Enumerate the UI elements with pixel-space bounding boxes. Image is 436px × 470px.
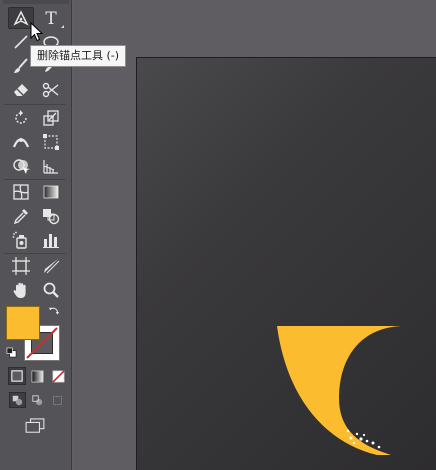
draw-behind-icon [32,394,43,405]
eraser-icon [14,84,28,96]
eyedropper-tool-button[interactable] [8,205,34,227]
shape-builder-icon [13,159,30,174]
artboard-tool-button[interactable] [8,255,34,277]
column-graph-tool-button[interactable] [38,229,64,251]
mouse-cursor-icon [30,22,44,42]
panel-grip[interactable] [3,0,69,4]
artboard[interactable] [136,57,436,470]
draw-normal-icon [12,395,23,405]
tool-tooltip: 删除锚点工具 (-) [30,45,127,67]
symbol-sprayer-tool-button[interactable] [8,229,34,251]
svg-text:T: T [45,9,57,28]
draw-inside-button[interactable] [49,392,66,408]
scale-icon [43,110,59,126]
hand-icon [13,282,26,298]
draw-behind-button[interactable] [29,392,46,408]
draw-normal-button[interactable] [9,392,26,408]
mesh-icon [13,184,29,200]
perspective-grid-tool-button[interactable] [38,155,64,177]
change-screen-mode-button[interactable] [22,416,48,436]
default-fill-stroke-button[interactable] [5,346,17,358]
rotate-icon [15,110,27,124]
rotate-tool-button[interactable] [8,107,34,129]
line-icon [14,35,28,49]
default-colors-icon [6,347,16,357]
tools-panel: T [0,0,72,470]
blend-tool-button[interactable] [38,205,64,227]
gradient-mode-button[interactable] [28,367,46,385]
gradient-mode-icon [31,370,43,382]
screen-mode-icon [25,418,45,433]
scale-tool-button[interactable] [38,107,64,129]
perspective-grid-icon [43,160,58,174]
eraser-tool-button[interactable] [8,79,34,101]
mesh-tool-button[interactable] [8,181,34,203]
fill-color-swatch[interactable] [6,306,40,340]
symbol-sprayer-icon [12,231,27,249]
column-graph-icon [43,234,59,248]
zoom-tool-button[interactable] [38,279,64,301]
color-mode-button[interactable] [8,367,26,385]
gradient-icon [43,185,59,199]
eyedropper-icon [13,209,28,225]
slice-icon [44,259,60,274]
slice-tool-button[interactable] [38,255,64,277]
draw-inside-icon [53,395,62,405]
none-icon [51,369,65,383]
width-icon [12,138,30,148]
shape-builder-tool-button[interactable] [8,155,34,177]
gradient-tool-button[interactable] [38,181,64,203]
scissors-icon [42,82,59,98]
zoom-icon [43,282,59,298]
flyout-indicator [61,25,64,28]
color-icon [11,370,23,382]
blend-icon [43,209,60,225]
none-mode-button[interactable] [49,367,67,385]
artboard-icon [12,257,30,275]
hand-tool-button[interactable] [8,279,34,301]
swap-arrow-icon [48,307,60,315]
free-transform-tool-button[interactable] [38,131,64,153]
free-transform-icon [43,134,59,150]
swap-fill-stroke-button[interactable] [47,305,61,319]
brush-icon [14,58,28,73]
scissors-tool-button[interactable] [38,79,64,101]
width-tool-button[interactable] [8,131,34,153]
yellow-crescent-shape[interactable] [277,326,405,455]
type-icon: T [45,9,57,28]
pen-icon [13,10,29,26]
artwork-layer [277,326,405,455]
